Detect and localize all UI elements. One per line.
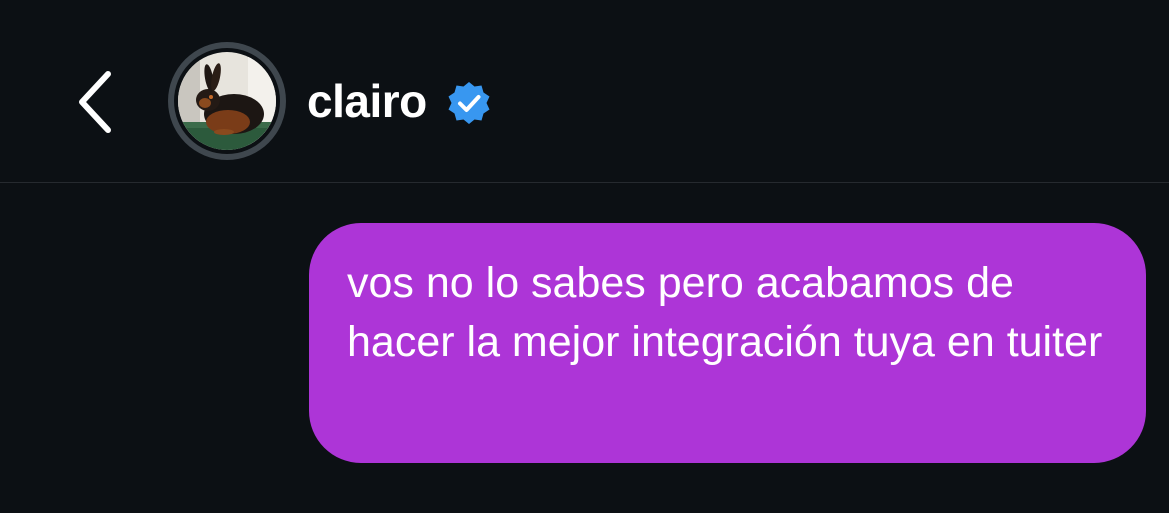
rabbit-photo-avatar [178,52,276,150]
back-button[interactable] [62,62,126,142]
avatar[interactable] [168,42,286,160]
verified-badge-icon [448,82,490,124]
chevron-left-icon [79,71,111,133]
username[interactable]: clairo [307,72,427,130]
message-bubble-outgoing[interactable]: vos no lo sabes pero acabamos de hacer l… [309,223,1146,463]
chat-header: clairo [0,0,1169,183]
message-text: vos no lo sabes pero acabamos de hacer l… [347,259,1103,366]
avatar-image [174,48,280,154]
